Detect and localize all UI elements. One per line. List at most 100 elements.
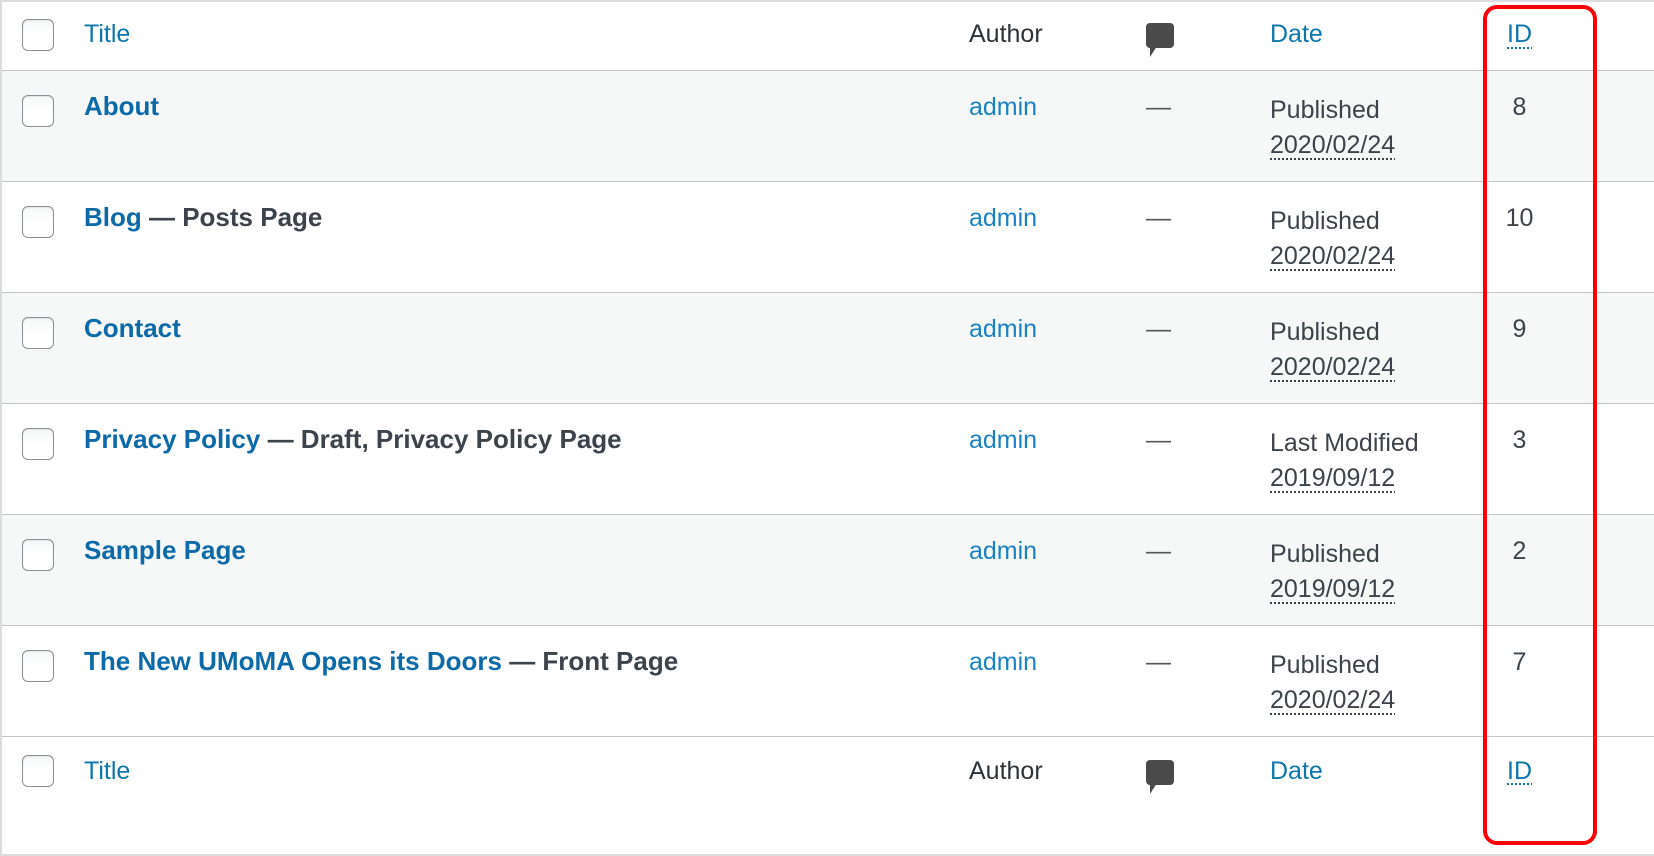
column-header-date[interactable]: Date [1238,0,1463,71]
column-header-comments[interactable] [1118,0,1238,71]
row-select-cell[interactable] [0,70,76,181]
table-row: Blog — Posts Page admin — Published 2020/02/… [0,180,1654,292]
table-body: About admin — Published 2020/02/24 8 Blog — Po… [0,70,1654,736]
row-title-cell: Privacy Policy — Draft, Privacy Policy P… [76,402,936,514]
row-spacer-cell [1576,291,1654,403]
column-header-title[interactable]: Title [76,0,936,71]
row-checkbox[interactable] [22,427,54,460]
row-date-cell: Published 2019/09/12 [1238,513,1463,625]
row-select-cell[interactable] [0,180,76,292]
row-select-cell[interactable] [0,402,76,514]
row-title-cell: The New UMoMA Opens its Doors — Front Pa… [76,624,936,736]
row-id-cell: 3 [1463,402,1576,514]
row-checkbox[interactable] [22,316,54,349]
row-title-link[interactable]: Blog [84,202,142,232]
footer-column-spacer [1576,735,1654,806]
row-author-link[interactable]: admin [969,537,1037,565]
column-header-author: Author [936,0,1118,71]
row-author-cell: admin [936,513,1118,625]
row-id-cell: 10 [1463,180,1576,292]
row-spacer-cell [1576,402,1654,514]
footer-column-title[interactable]: Title [76,735,936,806]
row-comments-cell: — [1118,180,1238,292]
row-date-value: 2020/02/24 [1270,131,1396,159]
header-row: Title Author Date ID [0,0,1654,71]
table-row: The New UMoMA Opens its Doors — Front Pa… [0,624,1654,736]
column-header-id[interactable]: ID [1463,0,1576,71]
row-title-cell: Sample Page [76,513,936,625]
comment-bubble-icon [1146,23,1174,58]
row-title-suffix: — Front Page [501,645,679,676]
row-date-status: Published [1270,317,1380,346]
row-checkbox[interactable] [22,205,54,238]
row-title-suffix: — Draft, Privacy Policy Page [260,423,622,454]
row-author-link[interactable]: admin [969,315,1037,343]
table-row: About admin — Published 2020/02/24 8 [0,70,1654,181]
pages-table: Title Author Date ID About admin — Publishe… [0,0,1654,806]
row-title-link[interactable]: Sample Page [84,535,246,565]
table-header: Title Author Date ID [0,0,1654,71]
row-spacer-cell [1576,180,1654,292]
footer-column-date[interactable]: Date [1238,735,1463,806]
row-comments-cell: — [1118,291,1238,403]
row-checkbox[interactable] [22,649,54,682]
row-author-cell: admin [936,624,1118,736]
footer-column-id[interactable]: ID [1463,735,1576,806]
row-author-link[interactable]: admin [969,204,1037,232]
row-checkbox[interactable] [22,538,54,571]
table-row: Sample Page admin — Published 2019/09/12 2 [0,513,1654,625]
footer-column-date-link[interactable]: Date [1270,757,1323,785]
row-spacer-cell [1576,624,1654,736]
row-select-cell[interactable] [0,624,76,736]
row-id-cell: 9 [1463,291,1576,403]
footer-column-title-link[interactable]: Title [84,757,130,785]
row-title-link[interactable]: The New UMoMA Opens its Doors [84,646,502,676]
table-row: Contact admin — Published 2020/02/24 9 [0,291,1654,403]
row-title-link[interactable]: Privacy Policy [84,424,260,454]
row-title-link[interactable]: Contact [84,313,181,343]
row-date-value: 2019/09/12 [1270,575,1396,603]
select-all-footer[interactable] [0,735,76,806]
row-date-status: Published [1270,650,1380,679]
row-author-link[interactable]: admin [969,648,1037,676]
column-header-date-link[interactable]: Date [1270,20,1323,48]
footer-column-comments[interactable] [1118,735,1238,806]
column-header-title-link[interactable]: Title [84,20,130,48]
row-author-cell: admin [936,180,1118,292]
row-title-link[interactable]: About [84,91,159,121]
select-all-checkbox[interactable] [22,18,54,51]
footer-row: Title Author Date ID [0,735,1654,806]
row-select-cell[interactable] [0,513,76,625]
select-all-checkbox-footer[interactable] [22,755,54,788]
row-author-cell: admin [936,70,1118,181]
footer-column-author-label: Author [969,756,1043,785]
row-comments-cell: — [1118,624,1238,736]
row-id-cell: 8 [1512,92,1527,121]
row-date-value: 2019/09/12 [1270,464,1396,492]
row-title-suffix: — Posts Page [141,201,323,232]
row-spacer-cell [1576,513,1654,625]
footer-column-author: Author [936,735,1118,806]
row-author-link[interactable]: admin [969,426,1037,454]
row-author-link[interactable]: admin [969,93,1037,121]
column-header-id-link[interactable]: ID [1507,20,1532,48]
row-comments-cell: — [1118,402,1238,514]
row-select-cell[interactable] [0,291,76,403]
row-id-cell: 7 [1463,624,1576,736]
row-spacer-cell [1576,70,1654,181]
select-all-header[interactable] [0,0,76,71]
table-row: Privacy Policy — Draft, Privacy Policy P… [0,402,1654,514]
row-date-status: Last Modified [1270,428,1419,457]
row-checkbox[interactable] [22,94,54,127]
row-author-cell: admin [936,402,1118,514]
row-date-status: Published [1270,95,1380,124]
row-date-status: Published [1270,206,1380,235]
row-comments-cell: — [1118,513,1238,625]
row-title-cell: Contact [76,291,936,403]
footer-column-id-link[interactable]: ID [1507,757,1532,785]
row-title-cell: About [76,70,936,181]
column-header-author-label: Author [969,20,1043,49]
table-footer: Title Author Date ID [0,735,1654,806]
row-title-cell: Blog — Posts Page [76,180,936,292]
row-date-value: 2020/02/24 [1270,242,1396,270]
